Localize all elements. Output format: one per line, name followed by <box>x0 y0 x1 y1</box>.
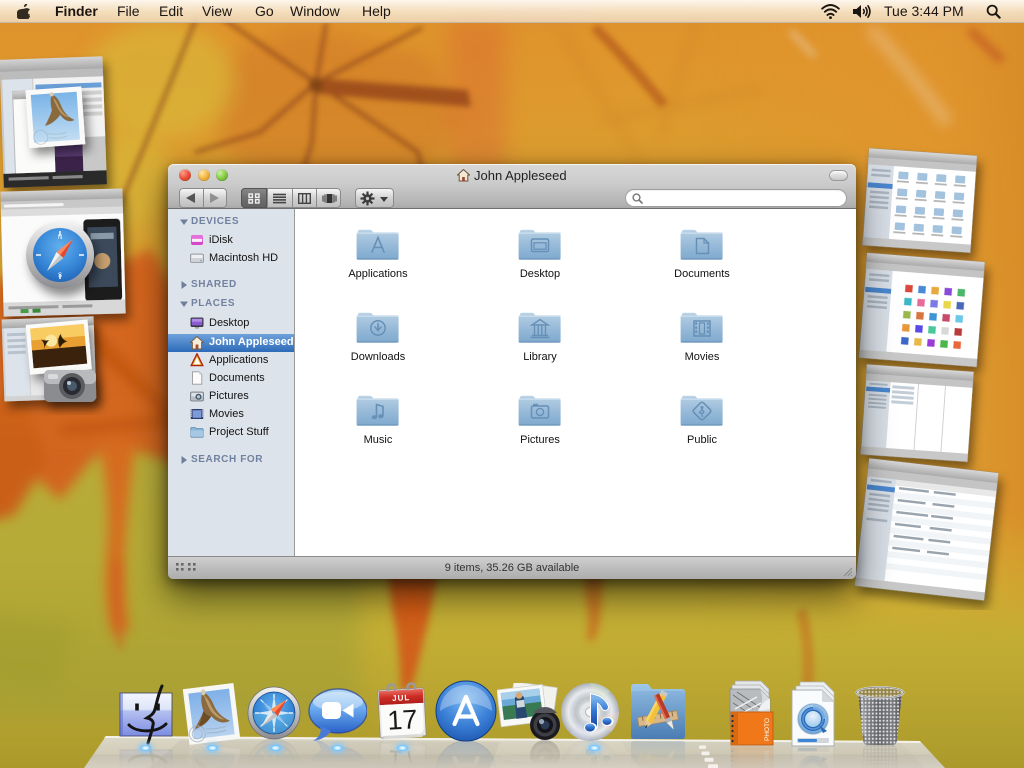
svg-text:N: N <box>58 235 62 241</box>
svg-text:17: 17 <box>387 704 419 736</box>
svg-text:S: S <box>58 273 62 279</box>
svg-text:PHOTO: PHOTO <box>764 718 771 741</box>
svg-text:JUL: JUL <box>392 693 411 703</box>
